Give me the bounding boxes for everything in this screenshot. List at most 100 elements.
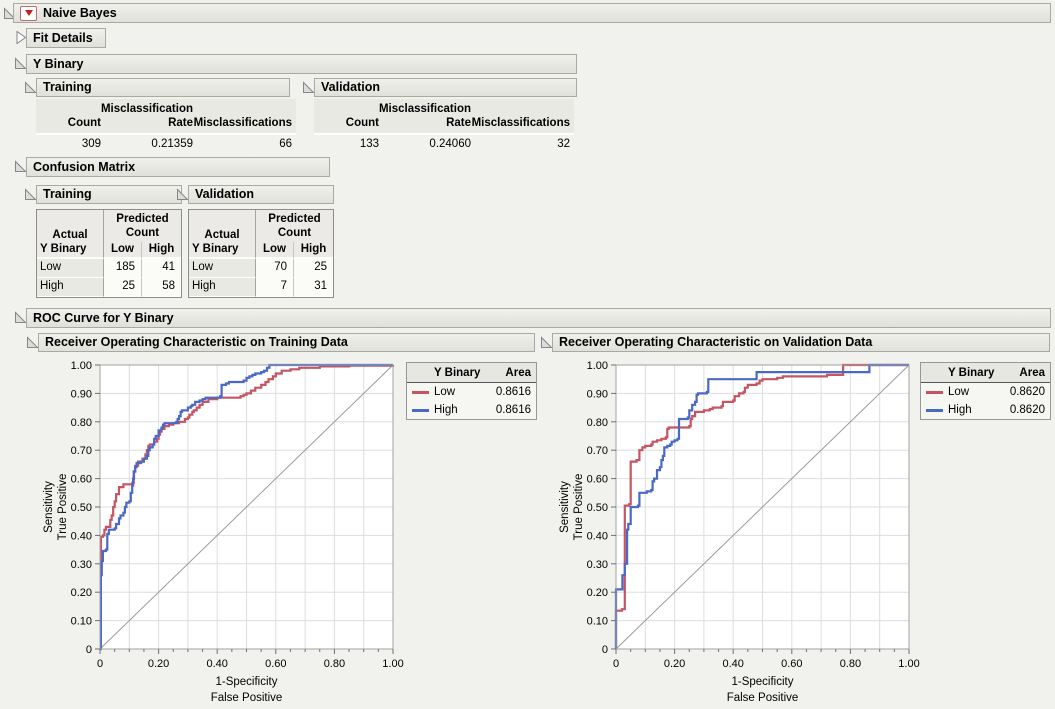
x-axis-title: 1-Specificity	[732, 676, 794, 688]
outline-header-y-binary[interactable]: Y Binary	[26, 54, 577, 74]
roc-plot-canvas: 0 0.20 0.40 0.60 0.80 1.00 0 0.10 0.20 0.30 0.40 0.…	[43, 360, 404, 704]
roc-plot-training[interactable]: 0 0.20 0.40 0.60 0.80 1.00 0 0.10 0.20 0.30 0.40 0.…	[30, 355, 405, 705]
legend-col-header: Y Binary	[948, 366, 995, 379]
predicted-count-header: Predicted Count	[255, 210, 333, 242]
cell-value: 7	[255, 278, 293, 297]
legend-line-swatch	[921, 390, 948, 394]
outline-header-roc-validation[interactable]: Receiver Operating Characteristic on Val…	[552, 333, 1050, 352]
svg-text:0: 0	[602, 644, 608, 656]
outline-header-training[interactable]: Training	[36, 78, 290, 97]
cell-value: 66	[279, 138, 292, 150]
cell-value: 41	[141, 259, 181, 278]
svg-text:0: 0	[97, 658, 103, 670]
legend-line-swatch	[921, 408, 948, 412]
outline-header-confusion-matrix[interactable]: Confusion Matrix	[26, 157, 330, 177]
legend-row[interactable]: Low 0.8616	[407, 383, 536, 401]
column-header: High	[293, 242, 333, 259]
legend-area-value: 0.8616	[495, 386, 531, 398]
response-header: Y Binary	[37, 242, 103, 259]
cm-training-label: Training	[43, 187, 92, 202]
legend-col-header: Area	[505, 366, 531, 379]
legend-area-value: 0.8620	[1009, 386, 1045, 398]
svg-text:0: 0	[86, 644, 92, 656]
outline-header-naive-bayes[interactable]: Naive Bayes	[13, 3, 1051, 23]
cell-value: 70	[255, 259, 293, 278]
svg-text:0.80: 0.80	[324, 658, 345, 670]
outline-header-cm-training[interactable]: Training	[36, 185, 182, 204]
training-misclassification-table: Count Misclassification Rate Misclassifica…	[36, 99, 296, 152]
column-header: Misclassification Rate	[101, 99, 197, 135]
row-label: High	[189, 278, 255, 297]
outline-header-validation[interactable]: Validation	[314, 78, 577, 97]
svg-text:0.60: 0.60	[265, 658, 286, 670]
legend-area-value: 0.8616	[495, 404, 531, 416]
red-triangle-menu-icon[interactable]	[20, 5, 37, 21]
cell-value: 25	[293, 259, 333, 278]
svg-text:0.70: 0.70	[587, 445, 608, 457]
y-binary-label: Y Binary	[33, 56, 84, 71]
svg-text:1.00: 1.00	[382, 658, 403, 670]
row-label: Low	[189, 259, 255, 278]
actual-header: Actual	[37, 210, 103, 242]
roc-plot-validation[interactable]: 0 0.20 0.40 0.60 0.80 1.00 0 0.10 0.20 0.30 0.40 0.…	[546, 355, 921, 705]
roc-legend-training: Y Binary Area Low 0.8616 High 0.8616	[406, 362, 537, 420]
outline-header-cm-validation[interactable]: Validation	[188, 185, 334, 204]
legend-line-swatch	[407, 408, 434, 412]
svg-text:0.20: 0.20	[71, 587, 92, 599]
cell-value: 32	[557, 138, 570, 150]
roc-legend-validation: Y Binary Area Low 0.8620 High 0.8620	[920, 362, 1051, 420]
outline-header-roc-training[interactable]: Receiver Operating Characteristic on Tra…	[38, 333, 535, 352]
legend-row[interactable]: High 0.8620	[921, 401, 1050, 419]
svg-text:0.40: 0.40	[587, 530, 608, 542]
training-label: Training	[43, 80, 92, 95]
svg-text:0.30: 0.30	[71, 559, 92, 571]
svg-text:0.30: 0.30	[587, 559, 608, 571]
svg-text:0.90: 0.90	[71, 388, 92, 400]
svg-text:0: 0	[613, 658, 619, 670]
roc-training-title: Receiver Operating Characteristic on Tra…	[45, 335, 348, 350]
legend-entry-label: Low	[948, 386, 970, 398]
legend-row[interactable]: High 0.8616	[407, 401, 536, 419]
y-axis-title: True Positive	[573, 474, 585, 541]
validation-confusion-table: Actual Predicted Count Y Binary Low High Low 7…	[188, 209, 334, 298]
column-header: Low	[103, 242, 141, 259]
svg-text:0.80: 0.80	[840, 658, 861, 670]
outline-header-fit-details[interactable]: Fit Details	[26, 28, 106, 48]
row-label: High	[37, 278, 103, 297]
column-header: Misclassifications	[194, 99, 296, 135]
cell-value: 25	[103, 278, 141, 297]
column-header: Misclassifications	[472, 99, 574, 135]
legend-entry-label: High	[948, 404, 972, 416]
legend-col-header: Area	[1019, 366, 1045, 379]
cell-value: 185	[103, 259, 141, 278]
cell-value: 0.21359	[151, 138, 193, 150]
outline-header-roc-curve[interactable]: ROC Curve for Y Binary	[26, 308, 1051, 328]
roc-curve-label: ROC Curve for Y Binary	[33, 310, 174, 325]
cm-validation-label: Validation	[195, 187, 255, 202]
svg-text:1.00: 1.00	[587, 360, 608, 372]
y-axis-title: Sensitivity	[559, 481, 571, 533]
roc-validation-title: Receiver Operating Characteristic on Val…	[559, 335, 873, 350]
cell-value: 309	[81, 138, 101, 150]
svg-text:0.90: 0.90	[587, 388, 608, 400]
svg-text:0.70: 0.70	[71, 445, 92, 457]
column-header: Low	[255, 242, 293, 259]
legend-line-swatch	[407, 390, 434, 394]
svg-text:0.40: 0.40	[206, 658, 227, 670]
cell-value: 31	[293, 278, 333, 297]
svg-text:0.80: 0.80	[587, 417, 608, 429]
y-axis-title: True Positive	[57, 474, 69, 541]
actual-header: Actual	[189, 210, 255, 242]
cell-value: 58	[141, 278, 181, 297]
legend-header: Y Binary Area	[407, 363, 536, 383]
validation-label: Validation	[321, 80, 381, 95]
legend-row[interactable]: Low 0.8620	[921, 383, 1050, 401]
legend-header: Y Binary Area	[921, 363, 1050, 383]
response-header: Y Binary	[189, 242, 255, 259]
svg-text:0.60: 0.60	[71, 474, 92, 486]
svg-text:0.80: 0.80	[71, 417, 92, 429]
svg-text:0.60: 0.60	[587, 474, 608, 486]
svg-text:0.10: 0.10	[587, 616, 608, 628]
svg-text:0.50: 0.50	[587, 502, 608, 514]
misclassification-grid: Count Misclassification Rate Misclassifica…	[36, 99, 296, 152]
